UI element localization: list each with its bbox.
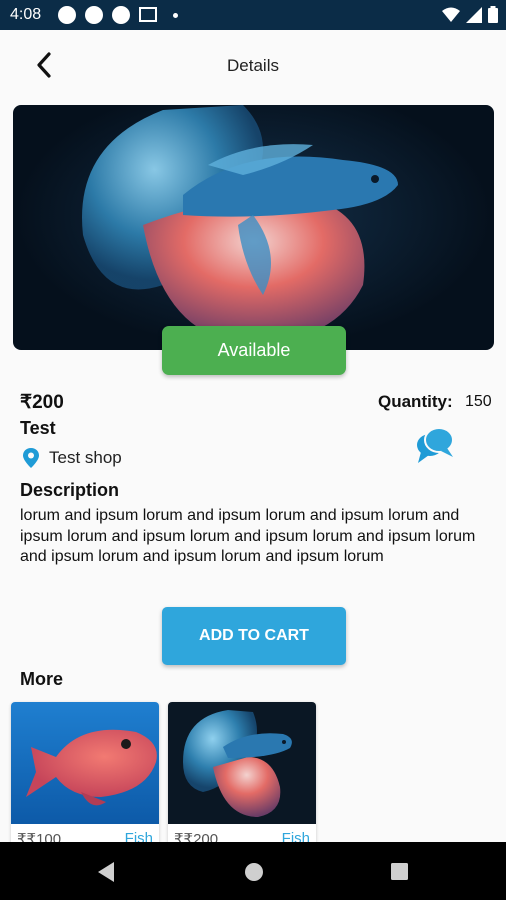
wifi-icon [442,7,460,22]
product-price: ₹200 [20,392,64,413]
notification-icon [58,6,76,24]
betta-fish-image [168,702,316,824]
quantity-value: 150 [465,393,492,410]
notification-icon [112,6,130,24]
description-text: lorum and ipsum lorum and ipsum lorum an… [20,507,476,565]
add-to-cart-button[interactable]: ADD TO CART [162,607,346,665]
more-title: More [20,669,64,689]
shop-name[interactable]: Test shop [49,448,122,468]
back-nav-icon[interactable] [96,861,116,883]
home-nav-icon[interactable] [244,862,264,882]
page-title: Details [227,56,279,75]
quantity-label: Quantity: [378,392,453,411]
mail-icon [139,7,157,22]
product-name: Test [20,418,56,438]
red-fish-image [11,702,159,824]
notification-icon [85,6,103,24]
status-time: 4:08 [10,6,42,23]
app-bar: Details [0,30,506,100]
more-item-card[interactable]: ₹₹200 Fish [168,702,316,847]
description-title: Description [20,480,120,500]
chat-icon [417,427,454,463]
betta-fish-image [82,105,398,344]
system-navigation-bar [0,842,506,900]
more-notifications-icon [173,13,178,18]
product-image [13,105,494,350]
location-pin-icon [23,448,39,468]
recents-nav-icon[interactable] [390,862,409,881]
signal-icon [466,6,482,23]
status-bar: 4:08 [0,0,506,30]
more-item-card[interactable]: ₹₹100 Fish [11,702,159,847]
availability-badge: Available [162,326,346,375]
battery-icon [488,6,498,23]
chat-button[interactable] [415,425,455,465]
